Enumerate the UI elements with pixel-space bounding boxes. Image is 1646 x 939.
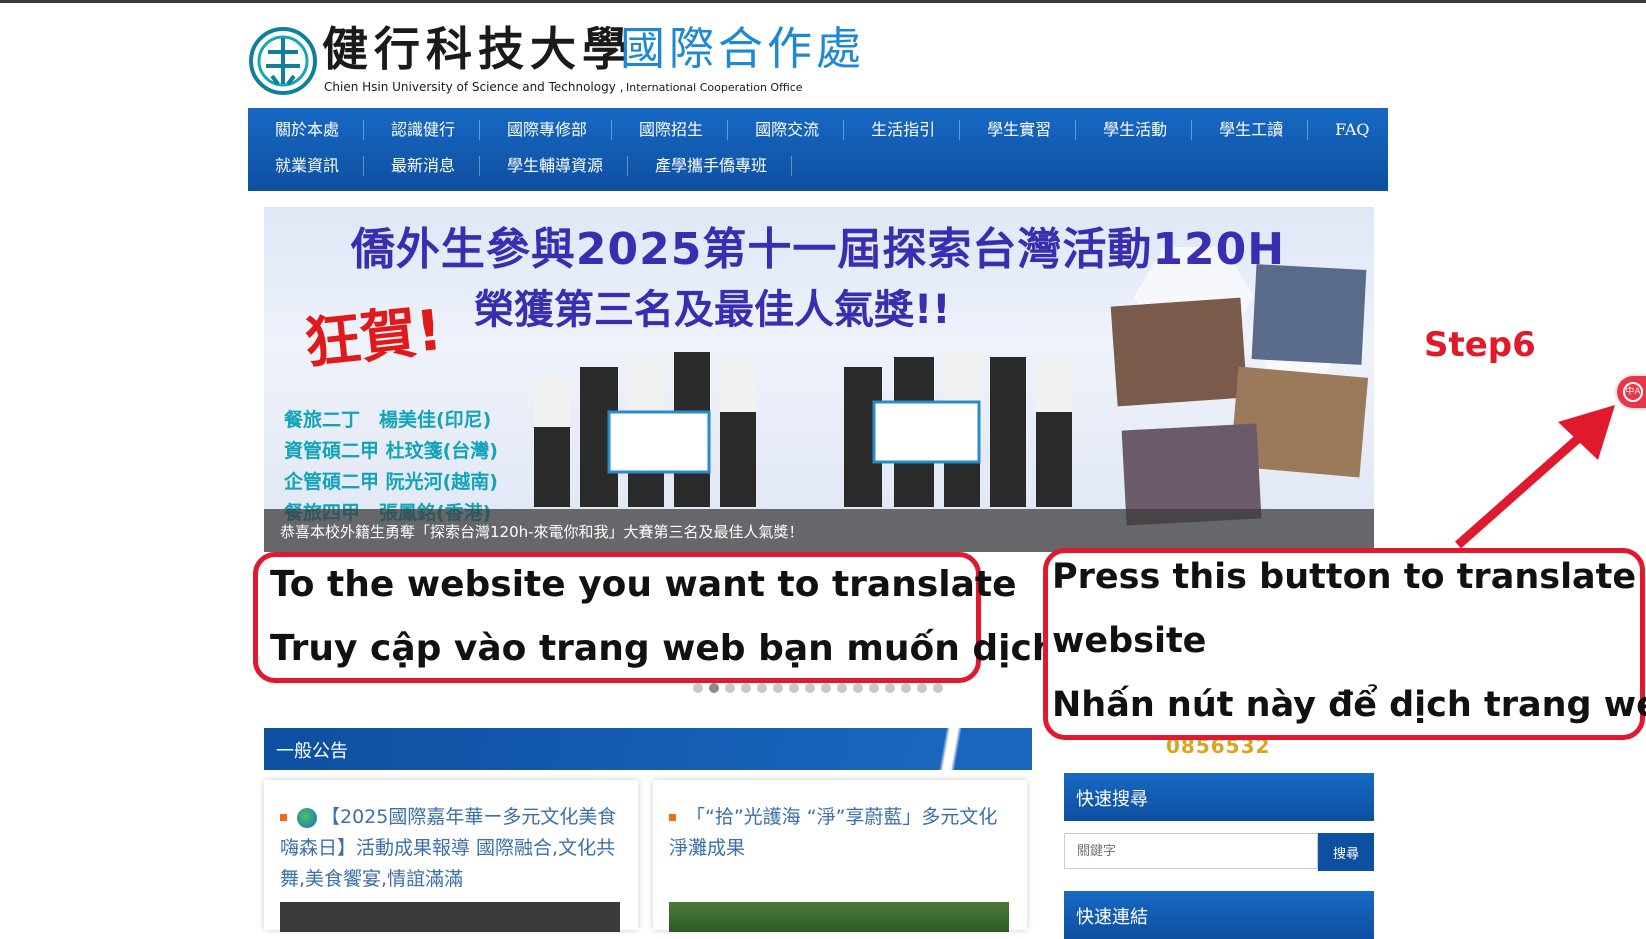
slide-dot[interactable] [869, 683, 879, 693]
office-name-cn: 國際合作處 [620, 22, 866, 75]
nav-item-internship[interactable]: 學生實習 [960, 120, 1077, 140]
nav-item-news[interactable]: 最新消息 [364, 156, 481, 176]
slide-dot[interactable] [933, 683, 943, 693]
tutorial-callout-right: Press this button to translate the websi… [1043, 545, 1646, 740]
slide-dot[interactable] [789, 683, 799, 693]
main-navigation: 關於本處 認識健行 國際專修部 國際招生 國際交流 生活指引 學生實習 學生活動… [248, 108, 1395, 191]
announcements-header: 一般公告 [264, 728, 1032, 770]
news-card[interactable]: 「“拾”光護海 “淨”享蔚藍」多元文化淨灘成果 [653, 780, 1027, 932]
slide-dot[interactable] [853, 683, 863, 693]
bullet-icon [280, 814, 287, 821]
news-card-text[interactable]: 「“拾”光護海 “淨”享蔚藍」多元文化淨灘成果 [669, 806, 997, 859]
nav-item-admissions[interactable]: 國際招生 [612, 120, 729, 140]
hero-slideshow[interactable]: 僑外生參與2025第十一屆探索台灣活動120H 榮獲第三名及最佳人氣獎!! 狂賀… [264, 207, 1374, 552]
callout-left-line2: Truy cập vào trang web bạn muốn dịch [270, 628, 1058, 669]
browser-top-border [0, 0, 1646, 3]
nav-row-2: 就業資訊 最新消息 學生輔導資源 產學攜手僑專班 [248, 148, 793, 184]
news-card-title[interactable]: 「“拾”光護海 “淨”享蔚藍」多元文化淨灘成果 [669, 802, 1009, 864]
nav-item-life-guide[interactable]: 生活指引 [844, 120, 961, 140]
callout-right-line2: website [1052, 621, 1207, 661]
nav-item-counseling[interactable]: 學生輔導資源 [480, 156, 629, 176]
slide-dot[interactable] [821, 683, 831, 693]
slide-dot[interactable] [757, 683, 767, 693]
quick-links-title: 快速連結 [1076, 907, 1148, 928]
nav-row-1: 關於本處 認識健行 國際專修部 國際招生 國際交流 生活指引 學生實習 學生活動… [248, 112, 1395, 148]
slide-dot[interactable] [885, 683, 895, 693]
news-card[interactable]: 【2025國際嘉年華ー多元文化美食嗨森日】活動成果報導 國際融合,文化共舞,美食… [264, 780, 638, 932]
nav-item-exchange[interactable]: 國際交流 [728, 120, 845, 140]
slide-dot[interactable] [741, 683, 751, 693]
arrow-icon [1455, 405, 1615, 549]
quick-links-header: 快速連結 [1064, 891, 1374, 939]
nav-item-intl-program[interactable]: 國際專修部 [480, 120, 613, 140]
callout-right-text: Press this button to translate the websi… [1052, 545, 1646, 737]
news-card-title[interactable]: 【2025國際嘉年華ー多元文化美食嗨森日】活動成果報導 國際融合,文化共舞,美食… [280, 802, 620, 895]
banner-name: 餐旅二丁 楊美佳(印尼) [284, 409, 492, 431]
office-name-en: International Cooperation Office [626, 81, 803, 94]
slide-dot[interactable] [773, 683, 783, 693]
nav-item-activities[interactable]: 學生活動 [1076, 120, 1193, 140]
slide-dot[interactable] [725, 683, 735, 693]
tutorial-callout-left: To the website you want to translate Tru… [253, 552, 1057, 683]
news-card-text[interactable]: 【2025國際嘉年華ー多元文化美食嗨森日】活動成果報導 國際融合,文化共舞,美食… [280, 806, 616, 890]
tutorial-step-label: Step6 [1424, 325, 1536, 365]
nav-item-work-study[interactable]: 學生工讀 [1192, 120, 1309, 140]
search-input[interactable] [1064, 833, 1318, 869]
callout-left-text: To the website you want to translate Tru… [270, 553, 1057, 681]
translate-icon: 中A [1623, 382, 1643, 402]
banner-congrats: 狂賀! [301, 297, 446, 377]
slide-dot[interactable] [805, 683, 815, 693]
search-button[interactable]: 搜尋 [1318, 833, 1374, 871]
nav-item-industry-program[interactable]: 產學攜手僑專班 [628, 156, 793, 176]
slide-dot[interactable] [693, 683, 703, 693]
slide-dot[interactable] [709, 683, 719, 693]
banner-title-line2: 榮獲第三名及最佳人氣獎!! [474, 287, 951, 333]
news-card-image[interactable] [669, 902, 1009, 932]
banner-title-line1: 僑外生參與2025第十一屆探索台灣活動120H [350, 224, 1286, 275]
banner-caption[interactable]: 恭喜本校外籍生勇奪「探索台灣120h-來電你和我」大賽第三名及最佳人氣獎！ [280, 521, 804, 542]
news-card-image[interactable] [280, 902, 620, 932]
quick-search-title: 快速搜尋 [1076, 789, 1148, 810]
nav-item-jobs[interactable]: 就業資訊 [248, 156, 365, 176]
quick-search-header: 快速搜尋 [1064, 773, 1374, 821]
slide-dot[interactable] [917, 683, 927, 693]
slide-pagination [693, 683, 943, 693]
nav-item-faq[interactable]: FAQ [1308, 120, 1395, 140]
banner-name: 企管碩二甲 阮光河(越南) [284, 471, 498, 493]
school-name-cn: 健行科技大學 [322, 22, 634, 76]
announcements-title: 一般公告 [276, 741, 348, 762]
school-name-en: Chien Hsin University of Science and Tec… [324, 80, 624, 94]
bullet-icon [669, 814, 676, 821]
slide-dot[interactable] [837, 683, 847, 693]
callout-right-line3: Nhấn nút này để dịch trang web [1052, 685, 1646, 725]
nav-item-know-school[interactable]: 認識健行 [364, 120, 481, 140]
globe-icon [297, 807, 317, 828]
banner-name: 資管碩二甲 杜玟箋(台灣) [284, 440, 498, 462]
nav-item-about[interactable]: 關於本處 [248, 120, 365, 140]
callout-right-line1: Press this button to translate the [1052, 557, 1646, 597]
slide-dot[interactable] [901, 683, 911, 693]
university-emblem-icon [249, 27, 317, 95]
callout-left-line1: To the website you want to translate [270, 564, 1017, 605]
